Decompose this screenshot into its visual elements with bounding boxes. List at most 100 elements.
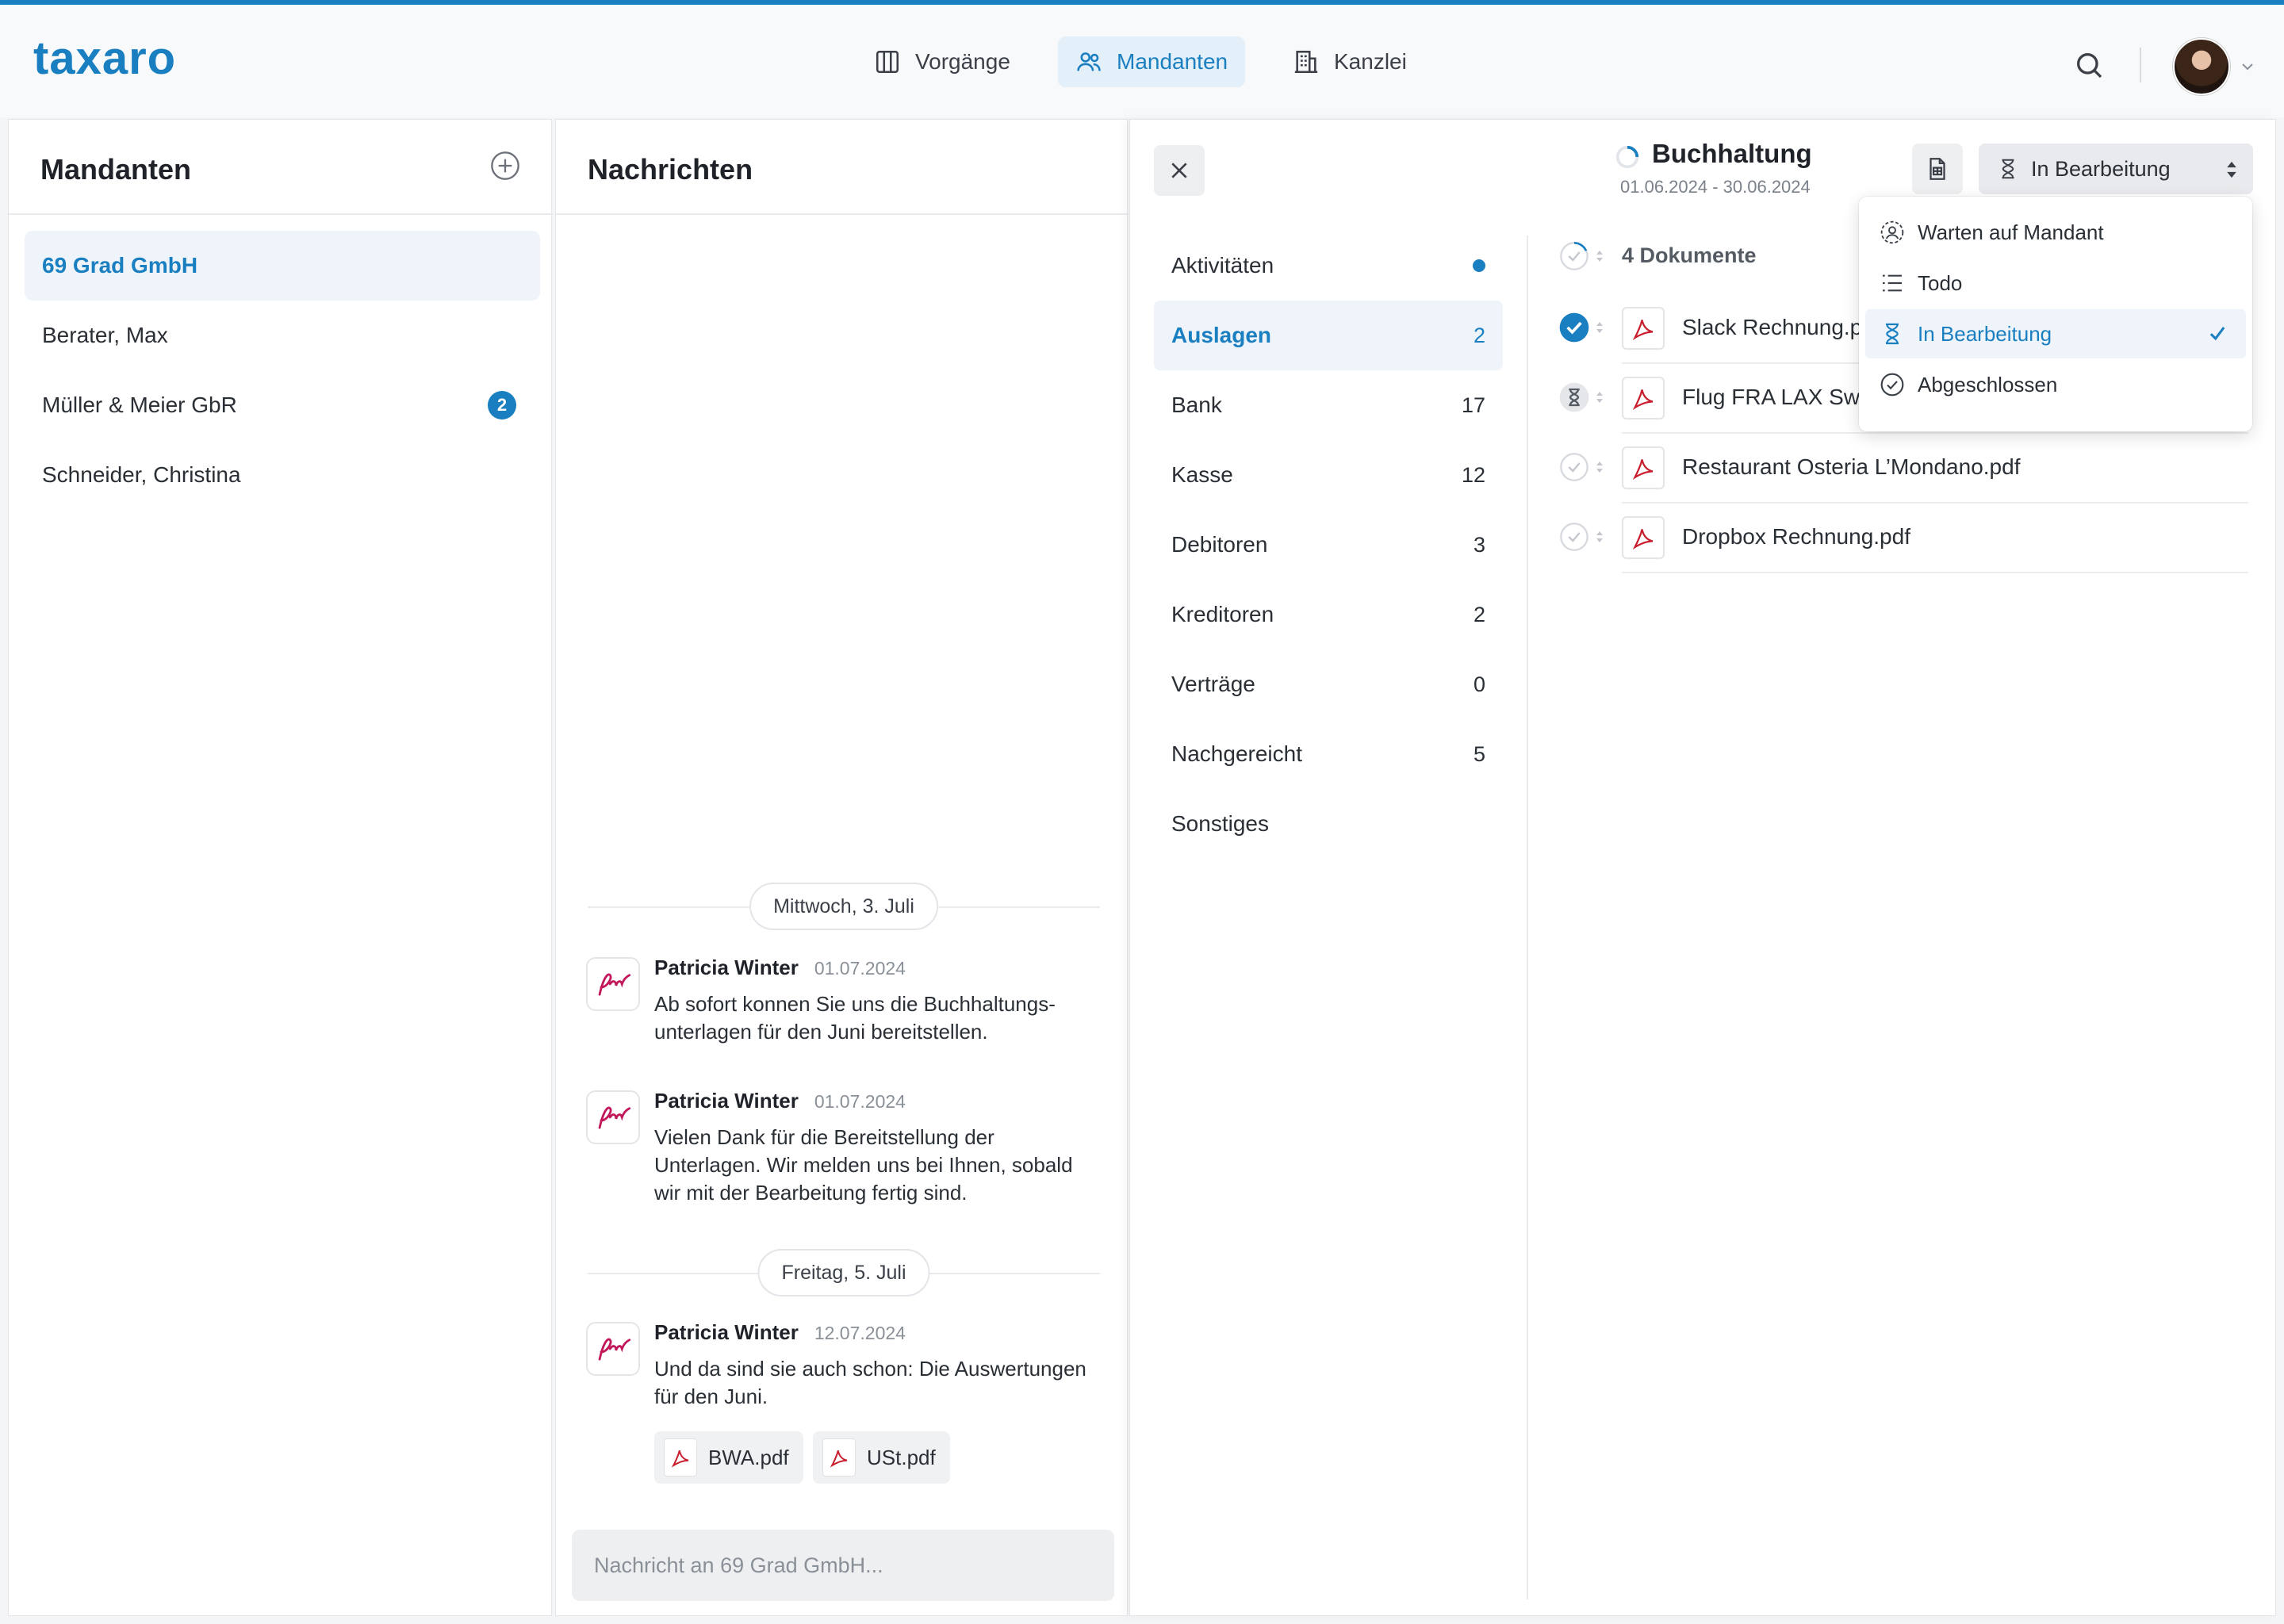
- status-option-abgeschlossen[interactable]: Abgeschlossen: [1865, 360, 2246, 409]
- message-date: 01.07.2024: [814, 958, 906, 979]
- search-icon[interactable]: [2073, 49, 2105, 81]
- client-item[interactable]: Berater, Max: [25, 301, 540, 370]
- nav-tab-mandanten[interactable]: Mandanten: [1058, 36, 1246, 87]
- category-label: Sonstiges: [1171, 811, 1269, 836]
- nav-tab-label: Mandanten: [1117, 49, 1228, 74]
- add-client-icon[interactable]: [489, 150, 521, 182]
- status-option-in-bearbeitung[interactable]: In Bearbeitung: [1865, 309, 2246, 358]
- top-navbar: taxaro Vorgänge Mandanten Kanzlei: [0, 5, 2284, 117]
- nav-tab-kanzlei[interactable]: Kanzlei: [1275, 36, 1424, 87]
- signature-logo-icon: [598, 1338, 631, 1361]
- nav-tab-label: Vorgänge: [915, 49, 1010, 74]
- status-option-warten[interactable]: Warten auf Mandant: [1865, 208, 2246, 257]
- pdf-icon: [822, 1438, 856, 1477]
- nav-tab-label: Kanzlei: [1334, 49, 1407, 74]
- close-button[interactable]: [1154, 145, 1205, 196]
- day-label: Mittwoch, 3. Juli: [749, 883, 938, 930]
- author-name: Patricia Winter: [654, 1089, 799, 1113]
- category-label: Bank: [1171, 393, 1222, 417]
- messages-panel: Nachrichten Mittwoch, 3. Juli Patricia W…: [555, 119, 1129, 1616]
- document-name: Slack Rechnung.pdf: [1682, 315, 1881, 339]
- category-vertraege[interactable]: Verträge 0: [1154, 649, 1503, 719]
- category-kasse[interactable]: Kasse 12: [1154, 440, 1503, 510]
- export-document-button[interactable]: [1912, 144, 1963, 194]
- divider: [9, 213, 553, 215]
- category-count: 2: [1473, 602, 1485, 626]
- pdf-icon: [1622, 446, 1665, 489]
- attachment-bwa[interactable]: BWA.pdf: [654, 1431, 803, 1484]
- author-avatar: [586, 1090, 640, 1144]
- sort-icon[interactable]: [1595, 320, 1604, 335]
- category-count: 17: [1461, 393, 1485, 417]
- attachment-ust[interactable]: USt.pdf: [813, 1431, 950, 1484]
- messages-title: Nachrichten: [588, 153, 753, 186]
- pdf-icon: [664, 1438, 697, 1477]
- signature-logo-icon: [598, 1106, 631, 1129]
- document-row[interactable]: Restaurant Osteria L’Mondano.pdf: [1558, 434, 2248, 504]
- documents-count: 4 Dokumente: [1622, 243, 1757, 267]
- category-label: Kreditoren: [1171, 602, 1274, 626]
- category-count: 3: [1473, 532, 1485, 557]
- category-label: Auslagen: [1171, 323, 1272, 347]
- client-item[interactable]: Müller & Meier GbR 2: [25, 370, 540, 440]
- activity-dot: [1473, 259, 1485, 272]
- category-kreditoren[interactable]: Kreditoren 2: [1154, 580, 1503, 649]
- client-name: Berater, Max: [42, 323, 168, 347]
- sort-icon[interactable]: [1595, 389, 1604, 405]
- hourglass-status-icon[interactable]: [1558, 381, 1590, 413]
- sort-icon[interactable]: [1595, 529, 1604, 545]
- category-debitoren[interactable]: Debitoren 3: [1154, 510, 1503, 580]
- document-name: Restaurant Osteria L’Mondano.pdf: [1682, 454, 2021, 479]
- category-label: Verträge: [1171, 672, 1255, 696]
- message-date: 12.07.2024: [814, 1323, 906, 1343]
- message-text: Vielen Dank für die Bereitstellung der U…: [654, 1125, 1073, 1205]
- document-export-icon: [1930, 158, 1945, 180]
- day-separator: Freitag, 5. Juli: [588, 1249, 1100, 1297]
- status-dropdown-menu: Warten auf Mandant Todo In Bearbeitung A…: [1859, 197, 2252, 431]
- user-avatar[interactable]: [2173, 38, 2230, 95]
- category-count: 0: [1473, 672, 1485, 696]
- client-item[interactable]: Schneider, Christina: [25, 440, 540, 510]
- category-sonstiges[interactable]: Sonstiges: [1154, 789, 1503, 859]
- sort-icon[interactable]: [1595, 248, 1604, 264]
- divider: [2140, 48, 2141, 82]
- pdf-icon: [1622, 516, 1665, 559]
- category-count: 2: [1473, 323, 1485, 347]
- attachment-name: USt.pdf: [867, 1445, 936, 1469]
- pdf-icon: [1622, 307, 1665, 350]
- check-circle-icon: [1880, 373, 1904, 396]
- category-bank[interactable]: Bank 17: [1154, 370, 1503, 440]
- category-count: 5: [1473, 741, 1485, 766]
- status-select[interactable]: In Bearbeitung: [1979, 144, 2253, 194]
- user-clock-icon: [1880, 220, 1904, 244]
- progress-check-icon[interactable]: [1558, 240, 1590, 272]
- status-option-label: Warten auf Mandant: [1918, 220, 2104, 244]
- divider: [1527, 236, 1528, 1599]
- clients-title: Mandanten: [40, 153, 192, 186]
- document-row[interactable]: Dropbox Rechnung.pdf: [1558, 504, 2248, 573]
- client-name: Müller & Meier GbR: [42, 393, 237, 417]
- sort-icon[interactable]: [1595, 459, 1604, 475]
- document-name: Dropbox Rechnung.pdf: [1682, 524, 1910, 549]
- open-check-icon[interactable]: [1558, 451, 1590, 483]
- open-check-icon[interactable]: [1558, 521, 1590, 553]
- done-check-icon[interactable]: [1558, 312, 1590, 343]
- message-input[interactable]: Nachricht an 69 Grad GmbH...: [572, 1530, 1114, 1601]
- chevron-down-icon[interactable]: [2238, 57, 2257, 76]
- detail-date-range: 01.06.2024 - 30.06.2024: [1620, 177, 1811, 197]
- signature-logo-icon: [598, 973, 631, 996]
- category-label: Debitoren: [1171, 532, 1268, 557]
- taxaro-logo[interactable]: taxaro: [33, 32, 176, 85]
- building-icon: [1294, 50, 1318, 74]
- author-name: Patricia Winter: [654, 956, 799, 979]
- status-option-label: In Bearbeitung: [1918, 321, 2052, 346]
- nav-tab-vorgaenge[interactable]: Vorgänge: [856, 36, 1028, 87]
- category-aktivitaeten[interactable]: Aktivitäten: [1154, 231, 1503, 301]
- category-auslagen[interactable]: Auslagen 2: [1154, 301, 1503, 370]
- unread-badge: 2: [488, 391, 516, 419]
- columns-icon: [876, 50, 899, 74]
- pdf-icon: [1622, 377, 1665, 419]
- category-nachgereicht[interactable]: Nachgereicht 5: [1154, 719, 1503, 789]
- client-item[interactable]: 69 Grad GmbH: [25, 231, 540, 301]
- status-option-todo[interactable]: Todo: [1865, 259, 2246, 308]
